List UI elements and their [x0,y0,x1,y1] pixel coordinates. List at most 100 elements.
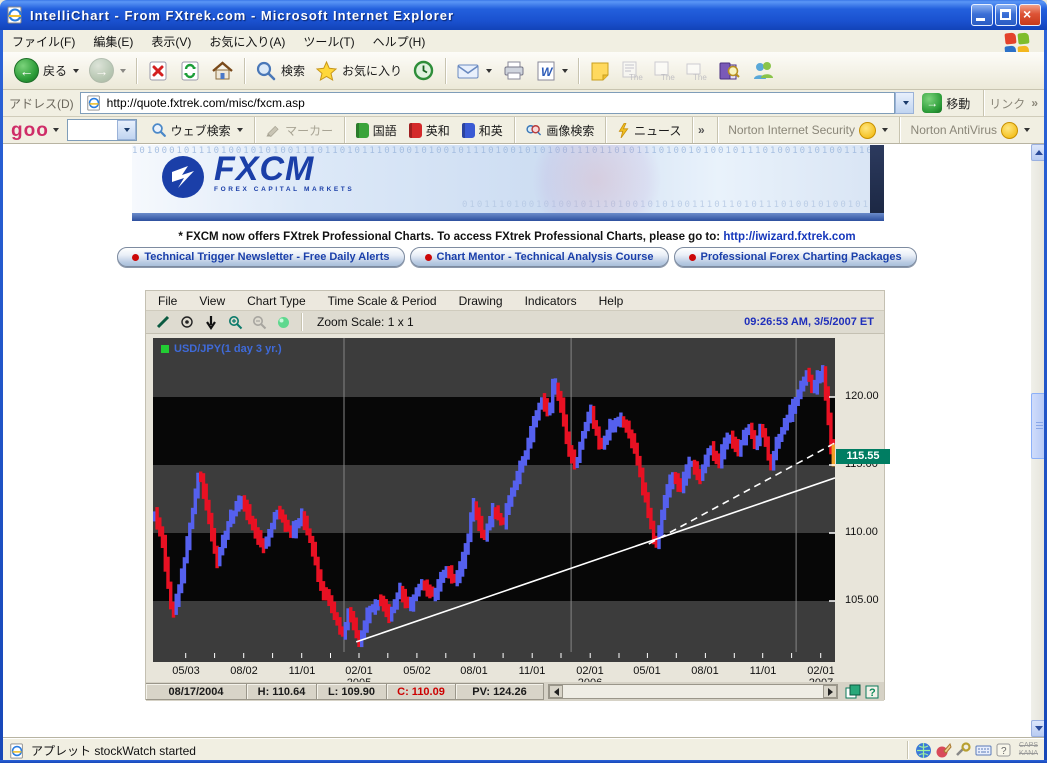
applet-menu-chart-type[interactable]: Chart Type [247,294,305,308]
ime-pen-icon[interactable] [935,742,952,759]
ime-globe-icon[interactable] [915,742,932,759]
goo-dict-kokugo-button[interactable]: 国語 [350,120,403,141]
applet-toolbar: Zoom Scale: 1 x 1 09:26:53 AM, 3/5/2007 … [146,311,884,334]
minimize-button[interactable] [971,4,993,26]
search-button[interactable]: 検索 [250,57,310,85]
address-input[interactable] [105,93,893,113]
messenger-icon [751,60,775,82]
sticky-note-button[interactable] [584,57,616,85]
maximize-button[interactable] [995,4,1017,26]
promo-charting-packages-button[interactable]: Professional Forex Charting Packages [674,247,917,267]
new-chart-button[interactable] [845,684,861,699]
crosshair-tool-button[interactable] [176,313,198,332]
norton-internet-security[interactable]: Norton Internet Security [722,120,894,141]
close-button[interactable]: × [1019,4,1041,26]
translate-page-button[interactable]: The [616,57,648,85]
goo-marker-button[interactable]: マーカー [259,120,339,141]
goo-logo[interactable]: goo [11,121,49,140]
translate-selection-button[interactable]: The [648,57,680,85]
ime-language-bar: ? CAPS KANA [903,741,1038,759]
back-button[interactable]: ← 戻る [9,55,84,86]
chart-horizontal-scrollbar[interactable] [548,684,838,699]
page-content: 1010001011101001010100111011010111010010… [3,144,1031,737]
down-arrow-tool-button[interactable] [200,313,222,332]
svg-text:?: ? [869,687,876,699]
links-label[interactable]: リンク [989,95,1025,112]
applet-menu-drawing[interactable]: Drawing [459,294,503,308]
banner-blue-bar [132,213,884,221]
ime-keyboard-icon[interactable] [975,742,992,759]
print-button[interactable] [497,57,531,85]
status-page-icon [9,743,25,759]
go-arrow-icon: → [922,93,942,113]
x-axis-label: 11/01 [741,665,785,677]
applet-menu-view[interactable]: View [199,294,225,308]
notice-line: * FXCM now offers FXtrek Professional Ch… [3,231,1031,243]
refresh-button[interactable] [174,57,206,85]
chart-applet: File View Chart Type Time Scale & Period… [145,290,885,700]
address-dropdown-button[interactable] [895,92,914,114]
history-button[interactable] [407,56,440,85]
address-input-wrap [80,92,896,114]
dictionary-button[interactable] [712,57,746,85]
address-label: アドレス(D) [9,95,74,112]
goo-web-search-button[interactable]: ウェブ検索 [145,120,249,141]
menu-tools[interactable]: ツール(T) [294,30,363,53]
mail-button[interactable] [451,58,497,84]
go-button[interactable]: → 移動 [922,93,970,113]
promo-chart-mentor-button[interactable]: Chart Mentor - Technical Analysis Course [410,247,669,267]
goo-search-input[interactable] [67,119,137,141]
goo-news-button[interactable]: ニュース [611,120,687,141]
menu-file[interactable]: ファイル(F) [3,30,84,53]
line-tool-button[interactable] [152,313,174,332]
edit-with-word-button[interactable]: W [531,57,573,85]
ie-app-icon [6,6,24,24]
zoom-scale-label: Zoom Scale: 1 x 1 [317,315,414,329]
promo-newsletter-button[interactable]: Technical Trigger Newsletter - Free Dail… [117,247,404,267]
fxcm-banner: 1010001011101001010100111011010111010010… [132,145,884,213]
applet-menu-time-scale[interactable]: Time Scale & Period [328,294,437,308]
applet-menu-file[interactable]: File [158,294,177,308]
price-chart[interactable] [153,338,835,652]
kokugo-book-icon [356,123,369,138]
applet-menu-help[interactable]: Help [599,294,624,308]
x-axis-label: 11/01 [510,665,554,677]
norton-antivirus[interactable]: Norton AntiVirus [905,120,1037,141]
status-indicator-icon [272,313,294,332]
favorites-button[interactable]: お気に入り [310,57,407,85]
status-pv: PV: 124.26 [456,683,544,700]
menu-view[interactable]: 表示(V) [142,30,200,53]
zoom-in-button[interactable] [224,313,246,332]
goo-more-chevron[interactable]: » [698,123,705,137]
goo-image-search-button[interactable]: 画像検索 [519,120,600,141]
x-axis-label: 08/02 [222,665,266,677]
goo-toolbar: goo ウェブ検索 マーカー 国語 英和 和英 [3,117,1044,144]
caps-kana-indicator: CAPS KANA [1015,742,1038,758]
page-ie-icon [86,95,102,111]
fxcm-wordmark: FXCM [214,154,354,185]
links-chevron[interactable]: » [1031,96,1038,110]
menu-help[interactable]: ヘルプ(H) [364,30,435,53]
zoom-out-button[interactable] [248,313,270,332]
stop-button[interactable] [142,57,174,85]
x-axis-label: 02/01 [799,665,843,677]
goo-dict-waei-button[interactable]: 和英 [456,120,509,141]
ime-tool-icon[interactable] [955,742,972,759]
translate-word-button[interactable]: The [680,57,712,85]
banner-guilloche [532,145,662,213]
ime-help-icon[interactable]: ? [995,742,1012,759]
scroll-right-button[interactable] [823,685,837,698]
messenger-button[interactable] [746,57,780,85]
menu-favorites[interactable]: お気に入り(A) [200,30,294,53]
scroll-left-button[interactable] [549,685,563,698]
applet-help-button[interactable]: ? [864,684,880,699]
forward-button[interactable]: → [84,55,131,86]
mail-icon [456,61,480,81]
iwizard-link[interactable]: http://iwizard.fxtrek.com [723,231,855,243]
title-bar[interactable]: IntelliChart - From FXtrek.com - Microso… [0,0,1047,30]
applet-menu-indicators[interactable]: Indicators [525,294,577,308]
goo-search-dropdown[interactable] [117,120,136,140]
menu-edit[interactable]: 編集(E) [84,30,142,53]
home-button[interactable] [206,57,239,85]
goo-dict-eiwa-button[interactable]: 英和 [403,120,456,141]
